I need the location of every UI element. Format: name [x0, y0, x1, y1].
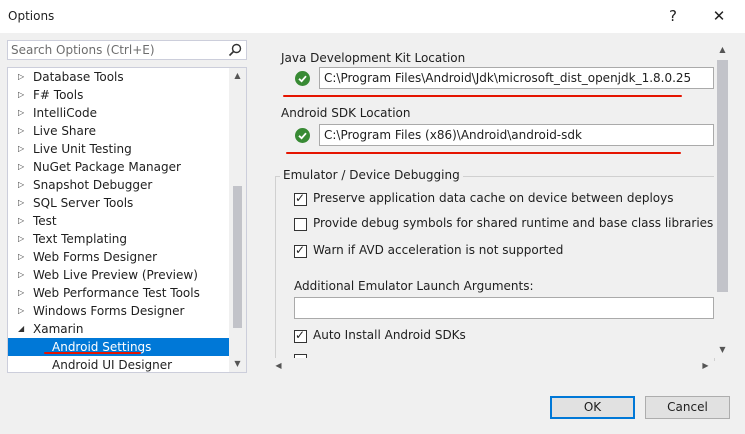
- settings-scroll-thumb[interactable]: [717, 60, 728, 292]
- preserve-cache-checkbox[interactable]: [294, 191, 307, 206]
- tree-item-label: Live Share: [33, 124, 96, 138]
- tree-item[interactable]: ◢ Xamarin: [8, 320, 230, 338]
- tree-item-label: Web Live Preview (Preview): [33, 268, 198, 282]
- tree-item[interactable]: ▷ Windows Forms Designer: [8, 302, 230, 320]
- tree-item[interactable]: ▷ Test: [8, 212, 230, 230]
- expand-arrow-icon[interactable]: ▷: [18, 176, 28, 194]
- tree-item[interactable]: ▷ F# Tools: [8, 86, 230, 104]
- tree-item[interactable]: ▷ Text Templating: [8, 230, 230, 248]
- sdk-location-label: Android SDK Location: [281, 106, 411, 120]
- expand-arrow-icon[interactable]: ▷: [18, 212, 28, 230]
- expand-arrow-icon[interactable]: ▷: [18, 284, 28, 302]
- expand-arrow-icon[interactable]: ▷: [18, 122, 28, 140]
- expand-arrow-icon[interactable]: ▷: [18, 302, 28, 320]
- tree-item-label: Database Tools: [33, 70, 124, 84]
- annotation-underline-sdk: [286, 152, 681, 154]
- warn-avd-checkbox[interactable]: [294, 243, 307, 258]
- scroll-right-arrow-icon[interactable]: ▶: [697, 358, 714, 374]
- tree-item[interactable]: ▷ Web Live Preview (Preview): [8, 266, 230, 284]
- expand-arrow-icon[interactable]: ▷: [18, 68, 28, 86]
- tree-item-label: Web Performance Test Tools: [33, 286, 200, 300]
- cancel-button[interactable]: Cancel: [645, 396, 730, 419]
- tree-item[interactable]: ▷ SQL Server Tools: [8, 194, 230, 212]
- search-icon[interactable]: [228, 43, 242, 57]
- tree-item-label: Web Forms Designer: [33, 250, 158, 264]
- tree-item[interactable]: Android UI Designer: [8, 356, 230, 372]
- options-tree[interactable]: ▷ Database Tools ▷ F# Tools ▷ IntelliCode ▷ Liv…: [7, 67, 247, 373]
- tree-item-label: SQL Server Tools: [33, 196, 134, 210]
- tree-item-label: NuGet Package Manager: [33, 160, 181, 174]
- tree-item-label: Xamarin: [33, 322, 84, 336]
- annotation-underline-tree: [44, 352, 141, 354]
- emulator-args-label: Additional Emulator Launch Arguments:: [294, 279, 534, 293]
- tree-item-label: F# Tools: [33, 88, 84, 102]
- scroll-left-arrow-icon[interactable]: ◀: [270, 358, 287, 374]
- window-title: Options: [8, 9, 55, 23]
- expand-arrow-icon[interactable]: ▷: [18, 248, 28, 266]
- tree-item[interactable]: ▷ Snapshot Debugger: [8, 176, 230, 194]
- scroll-down-arrow-icon[interactable]: ▼: [229, 356, 246, 372]
- tree-item-label: IntelliCode: [33, 106, 97, 120]
- scroll-up-arrow-icon[interactable]: ▲: [229, 68, 246, 84]
- settings-horizontal-scrollbar[interactable]: ◀ ▶: [270, 358, 714, 375]
- expand-arrow-icon[interactable]: ▷: [18, 104, 28, 122]
- tree-item-label: Snapshot Debugger: [33, 178, 153, 192]
- search-input[interactable]: [11, 42, 221, 58]
- tree-item-label: Text Templating: [33, 232, 128, 246]
- tree-item[interactable]: ▷ Web Forms Designer: [8, 248, 230, 266]
- tree-item-label: Android UI Designer: [52, 358, 173, 372]
- expand-arrow-icon[interactable]: ▷: [18, 158, 28, 176]
- tree-scroll-thumb[interactable]: [233, 186, 242, 328]
- tree-item[interactable]: ▷ Web Performance Test Tools: [8, 284, 230, 302]
- tree-item-label: Live Unit Testing: [33, 142, 132, 156]
- ok-button[interactable]: OK: [550, 396, 635, 419]
- jdk-path-field[interactable]: C:\Program Files\Android\Jdk\microsoft_d…: [319, 67, 714, 89]
- expand-arrow-icon[interactable]: ▷: [18, 194, 28, 212]
- annotation-underline-jdk: [283, 95, 682, 97]
- sdk-valid-check-icon: [295, 128, 310, 143]
- help-button[interactable]: ?: [658, 4, 688, 28]
- tree-item-label: Windows Forms Designer: [33, 304, 185, 318]
- auto-install-sdks-label[interactable]: Auto Install Android SDKs: [313, 328, 466, 342]
- preserve-cache-label[interactable]: Preserve application data cache on devic…: [313, 191, 674, 205]
- tree-item[interactable]: ▷ Database Tools: [8, 68, 230, 86]
- tree-item-label: Test: [33, 214, 57, 228]
- tree-item[interactable]: ▷ Live Unit Testing: [8, 140, 230, 158]
- collapse-arrow-icon[interactable]: ◢: [18, 320, 28, 338]
- tree-scrollbar[interactable]: ▲ ▼: [229, 68, 246, 372]
- expand-arrow-icon[interactable]: ▷: [18, 266, 28, 284]
- tree-item[interactable]: ▷ NuGet Package Manager: [8, 158, 230, 176]
- expand-arrow-icon[interactable]: ▷: [18, 230, 28, 248]
- expand-arrow-icon[interactable]: ▷: [18, 140, 28, 158]
- warn-avd-label[interactable]: Warn if AVD acceleration is not supporte…: [313, 243, 563, 257]
- search-box[interactable]: [7, 40, 247, 60]
- debug-symbols-checkbox[interactable]: [294, 218, 307, 231]
- auto-install-sdks-checkbox[interactable]: [294, 328, 307, 343]
- title-bar: [0, 0, 745, 33]
- emulator-args-input[interactable]: [294, 297, 714, 319]
- scroll-down-arrow-icon[interactable]: ▼: [714, 342, 731, 358]
- sdk-path-field[interactable]: C:\Program Files (x86)\Android\android-s…: [319, 124, 714, 146]
- emulator-group-title: Emulator / Device Debugging: [280, 168, 463, 182]
- debug-symbols-label[interactable]: Provide debug symbols for shared runtime…: [313, 216, 713, 230]
- jdk-location-label: Java Development Kit Location: [281, 51, 466, 65]
- close-button[interactable]: ✕: [704, 4, 734, 28]
- tree-item[interactable]: ▷ IntelliCode: [8, 104, 230, 122]
- expand-arrow-icon[interactable]: ▷: [18, 86, 28, 104]
- tree-item[interactable]: ▷ Live Share: [8, 122, 230, 140]
- scroll-up-arrow-icon[interactable]: ▲: [714, 42, 731, 58]
- jdk-valid-check-icon: [295, 71, 310, 86]
- settings-vertical-scrollbar[interactable]: ▲ ▼: [714, 42, 731, 358]
